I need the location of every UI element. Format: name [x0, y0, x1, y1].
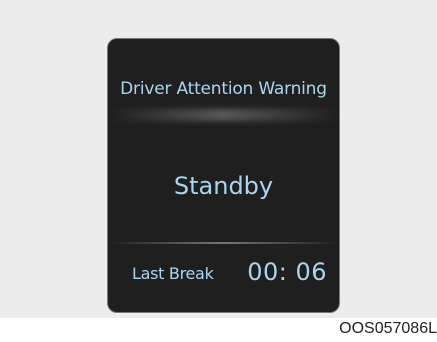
cluster-display: Driver Attention Warning Standby Last Br…	[107, 38, 340, 313]
figure-code: OOS057086L	[339, 320, 437, 337]
header-divider	[108, 109, 339, 121]
display-footer: Last Break 00: 06	[108, 254, 339, 294]
last-break-label: Last Break	[132, 264, 214, 283]
figure-background: Driver Attention Warning Standby Last Br…	[0, 0, 437, 318]
footer-divider	[108, 242, 339, 244]
status-text: Standby	[173, 172, 274, 200]
display-header: Driver Attention Warning	[108, 39, 339, 121]
display-title: Driver Attention Warning	[120, 79, 327, 99]
last-break-time: 00: 06	[247, 258, 327, 286]
